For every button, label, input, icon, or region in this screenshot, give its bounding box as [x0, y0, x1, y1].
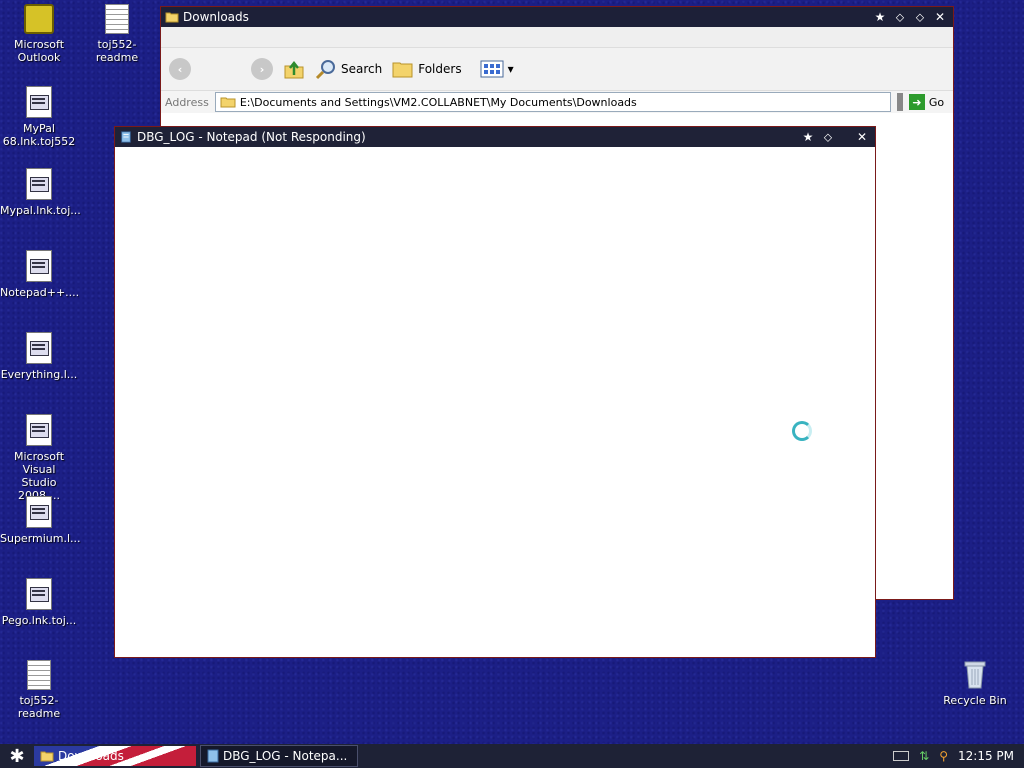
close-button[interactable]: ✕: [855, 130, 869, 144]
folder-icon: [40, 751, 54, 762]
network-icon[interactable]: ⇅: [919, 749, 929, 763]
taskbar-item-label: Downloads: [58, 749, 124, 763]
desktop-icon-outlook[interactable]: Microsoft Outlook: [0, 4, 78, 64]
address-input[interactable]: E:\Documents and Settings\VM2.COLLABNET\…: [214, 92, 891, 112]
address-bar: Address E:\Documents and Settings\VM2.CO…: [161, 91, 953, 114]
pin-star-icon[interactable]: ★: [873, 10, 887, 24]
shortcut-file-icon: [26, 332, 52, 364]
outlook-icon: [24, 4, 54, 34]
busy-cursor-icon: [792, 421, 812, 441]
desktop-icon-pego[interactable]: Pego.lnk.toj...: [0, 578, 78, 627]
desktop-icon-everything[interactable]: Everything.l...: [0, 332, 78, 381]
maximize-button[interactable]: ⬦: [913, 10, 927, 24]
explorer-toolbar: ‹ › Search Folders ▾: [161, 48, 953, 91]
text-document-icon: [105, 4, 129, 34]
desktop-icon-label: toj552-readme: [95, 38, 139, 64]
notepad-titlebar[interactable]: DBG_LOG - Notepad (Not Responding) ★ ⬦ ✕: [115, 127, 875, 147]
desktop-icon-label: Microsoft Outlook: [13, 38, 65, 64]
search-icon: [315, 60, 335, 80]
desktop-icon-label: Everything.l...: [0, 368, 78, 381]
desktop-icon-label: Recycle Bin: [943, 694, 1007, 707]
desktop-icon-label: Notepad++....: [0, 286, 80, 299]
search-icon[interactable]: ⚲: [939, 749, 948, 763]
start-button[interactable]: ✱: [0, 744, 34, 768]
up-folder-icon: [284, 60, 304, 79]
search-label: Search: [341, 62, 383, 76]
forward-button[interactable]: ›: [251, 58, 273, 80]
desktop-icon-recycle-bin[interactable]: Recycle Bin: [936, 658, 1014, 707]
folder-icon: [220, 97, 236, 108]
taskbar-item-notepad[interactable]: DBG_LOG - Notepa...: [200, 745, 358, 767]
notepad-text-area[interactable]: [115, 147, 875, 657]
shortcut-file-icon: [26, 168, 52, 200]
desktop-icon-label: Mypal.lnk.toj...: [0, 204, 81, 217]
desktop-icon-mypal68[interactable]: MyPal 68.lnk.toj552: [0, 86, 78, 148]
clock[interactable]: 12:15 PM: [958, 749, 1014, 763]
explorer-titlebar[interactable]: Downloads ★ ⬦ ⬦ ✕: [161, 7, 953, 27]
notepad-window[interactable]: DBG_LOG - Notepad (Not Responding) ★ ⬦ ✕: [114, 126, 876, 658]
folders-label: Folders: [418, 62, 462, 76]
shortcut-file-icon: [26, 496, 52, 528]
desktop-icon-label: Microsoft Visual Studio 2008....: [13, 450, 65, 502]
pin-star-icon[interactable]: ★: [801, 130, 815, 144]
folder-icon: [165, 12, 179, 23]
shortcut-file-icon: [26, 86, 52, 118]
desktop-icon-readme-top[interactable]: toj552-readme: [78, 4, 156, 64]
desktop-icon-visual-studio[interactable]: Microsoft Visual Studio 2008....: [0, 414, 78, 502]
desktop-icon-label: toj552-readme: [17, 694, 61, 720]
desktop-icon-label: Pego.lnk.toj...: [1, 614, 77, 627]
address-label: Address: [165, 95, 209, 109]
desktop-icon-notepadpp[interactable]: Notepad++....: [0, 250, 80, 299]
go-button[interactable]: ➜ Go: [908, 94, 945, 110]
search-button[interactable]: Search: [315, 58, 382, 80]
address-dropdown-button[interactable]: [896, 93, 903, 111]
shortcut-file-icon: [26, 250, 52, 282]
desktop-icon-supermium[interactable]: Supermium.l...: [0, 496, 81, 545]
shortcut-file-icon: [26, 414, 52, 446]
folders-button[interactable]: Folders: [392, 59, 462, 79]
notepad-icon: [121, 131, 131, 143]
taskbar-item-label: DBG_LOG - Notepa...: [223, 749, 348, 763]
recycle-bin-icon: [964, 661, 986, 689]
desktop-icon-label: MyPal 68.lnk.toj552: [2, 122, 76, 148]
views-icon: [480, 60, 504, 78]
views-button[interactable]: ▾: [480, 60, 514, 78]
up-folder-button[interactable]: [283, 58, 305, 80]
system-tray: ⇅ ⚲ 12:15 PM: [893, 749, 1024, 763]
go-arrow-icon: ➜: [908, 94, 925, 110]
desktop-icon-readme-bottom[interactable]: toj552-readme: [0, 660, 78, 720]
window-title: Downloads: [183, 10, 249, 24]
menu-bar: [161, 27, 953, 48]
close-button[interactable]: ✕: [933, 10, 947, 24]
text-document-icon: [27, 660, 51, 690]
taskbar-item-downloads[interactable]: Downloads: [34, 746, 196, 766]
desktop-icon-mypal[interactable]: Mypal.lnk.toj...: [0, 168, 81, 217]
address-path: E:\Documents and Settings\VM2.COLLABNET\…: [239, 95, 637, 109]
maximize-button[interactable]: ⬦: [821, 130, 835, 144]
folders-icon: [392, 62, 413, 78]
back-button[interactable]: ‹: [169, 58, 191, 80]
window-title: DBG_LOG - Notepad (Not Responding): [137, 130, 366, 144]
go-label: Go: [928, 95, 945, 109]
shortcut-file-icon: [26, 578, 52, 610]
taskbar: ✱ Downloads DBG_LOG - Notepa... ⇅ ⚲ 12:1…: [0, 744, 1024, 768]
desktop-icon-label: Supermium.l...: [0, 532, 81, 545]
minimize-button[interactable]: ⬦: [893, 10, 907, 24]
keyboard-icon[interactable]: [893, 751, 910, 761]
notepad-icon: [207, 749, 219, 763]
chevron-down-icon: ▾: [507, 62, 514, 76]
star-icon: ✱: [9, 745, 25, 767]
